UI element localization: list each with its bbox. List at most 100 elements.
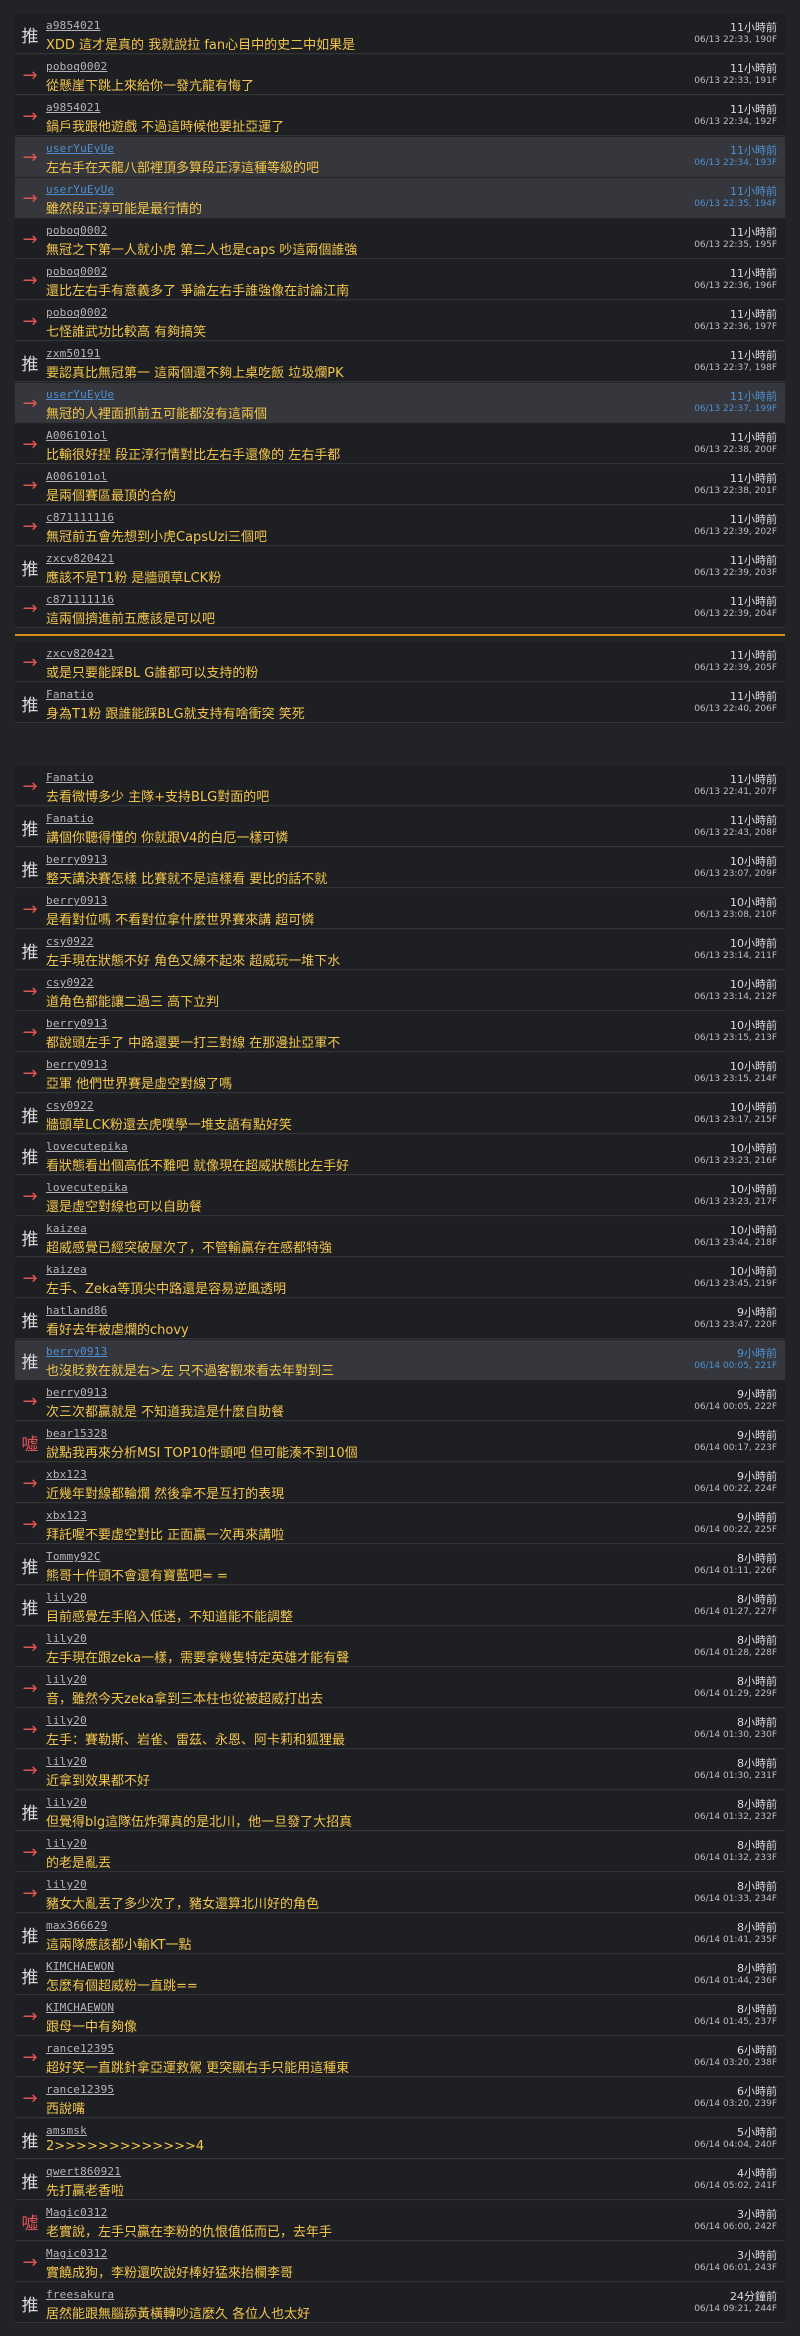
comment-row: → kaizea 左手、Zeka等頂尖中路還是容易逆風透明 10小時前 06/13 23… [15, 1258, 785, 1298]
comment-user-link[interactable]: a9854021 [46, 101, 101, 114]
comment-relative-time: 11小時前 [730, 431, 777, 444]
comment-timestamp: 06/14 00:22, 224F [694, 1484, 777, 1494]
arrow-icon: → [22, 1185, 38, 1207]
comment-row: 推 Tommy92C 熊哥十件頭不會還有寶藍吧= = 8小時前 06/14 01:11,… [15, 1545, 785, 1585]
comment-user-link[interactable]: Fanatio [46, 812, 94, 825]
comment-text: 居然能跟無腦舔黃橫轉吵這麼久 各位人也太好 [46, 2307, 311, 2322]
arrow-icon: → [22, 1021, 38, 1043]
comment-user-link[interactable]: userYuEyUe [46, 388, 114, 401]
comment-relative-time: 5小時前 [737, 2126, 777, 2139]
comment-user-link[interactable]: zxcv820421 [46, 647, 114, 660]
comment-user-link[interactable]: Fanatio [46, 771, 94, 784]
comment-user-link[interactable]: poboq0002 [46, 306, 107, 319]
comment-row: 推 hatland86 看好去年被虐爛的chovy 9小時前 06/13 23:47, … [15, 1299, 785, 1339]
comment-user-link[interactable]: freesakura [46, 2288, 114, 2301]
comment-user-link[interactable]: lily20 [46, 1837, 87, 1850]
comment-user-link[interactable]: userYuEyUe [46, 183, 114, 196]
comment-user-link[interactable]: c871111116 [46, 593, 114, 606]
comment-text: 先打贏老香啦 [46, 2184, 125, 2199]
comment-text: 但覺得blg這隊伍炸彈真的是北川，他一旦發了大招真 [46, 1815, 353, 1830]
comment-user-link[interactable]: lovecutepika [46, 1140, 128, 1153]
comment-row: → lily20 的老是亂丟 8小時前 06/14 01:32, 233F [15, 1832, 785, 1872]
comment-row: → Fanatio 去看微博多少 主隊+支持BLG對面的吧 11小時前 06/13 22… [15, 766, 785, 806]
comment-user-link[interactable]: Tommy92C [46, 1550, 101, 1563]
comment-user-link[interactable]: berry0913 [46, 1345, 107, 1358]
comment-relative-time: 10小時前 [730, 1060, 777, 1073]
comment-text: 從懸崖下跳上來給你一發亢龍有悔了 [46, 79, 255, 94]
comment-user-link[interactable]: xbx123 [46, 1468, 87, 1481]
comment-timestamp: 06/13 23:17, 215F [694, 1115, 777, 1125]
comment-user-link[interactable]: A006101ol [46, 470, 107, 483]
arrow-icon: → [22, 597, 38, 619]
comment-timestamp: 06/14 01:28, 228F [694, 1648, 777, 1658]
comment-user-link[interactable]: berry0913 [46, 853, 107, 866]
comment-timestamp: 06/13 22:33, 190F [694, 35, 777, 45]
comment-user-link[interactable]: KIMCHAEWON [46, 1960, 114, 1973]
comment-timestamp: 06/14 01:29, 229F [694, 1689, 777, 1699]
comment-user-link[interactable]: poboq0002 [46, 60, 107, 73]
comment-timestamp: 06/14 06:01, 243F [694, 2263, 777, 2273]
comment-text: 熊哥十件頭不會還有寶藍吧= = [46, 1569, 228, 1584]
comment-user-link[interactable]: csy0922 [46, 935, 94, 948]
comment-user-link[interactable]: poboq0002 [46, 265, 107, 278]
comment-user-link[interactable]: lily20 [46, 1673, 87, 1686]
comment-row: → lily20 豬女大亂丟了多少次了，豬女還算北川好的角色 8小時前 06/14 01… [15, 1873, 785, 1913]
comment-user-link[interactable]: berry0913 [46, 1017, 107, 1030]
comment-text: 看好去年被虐爛的chovy [46, 1323, 189, 1338]
comment-user-link[interactable]: A006101ol [46, 429, 107, 442]
comment-timestamp: 06/14 01:27, 227F [694, 1607, 777, 1617]
comment-timestamp: 06/13 22:37, 198F [694, 363, 777, 373]
comment-user-link[interactable]: rance12395 [46, 2083, 114, 2096]
comment-user-link[interactable]: berry0913 [46, 1058, 107, 1071]
comment-user-link[interactable]: Fanatio [46, 688, 94, 701]
comment-user-link[interactable]: csy0922 [46, 976, 94, 989]
boo-tag: 噓 [21, 1434, 39, 1455]
comment-user-link[interactable]: KIMCHAEWON [46, 2001, 114, 2014]
comment-relative-time: 8小時前 [737, 2003, 777, 2016]
comment-user-link[interactable]: hatland86 [46, 1304, 107, 1317]
comment-user-link[interactable]: a9854021 [46, 19, 101, 32]
comment-row: → poboq0002 從懸崖下跳上來給你一發亢龍有悔了 11小時前 06/13 22:… [15, 55, 785, 95]
comment-user-link[interactable]: lily20 [46, 1878, 87, 1891]
comment-user-link[interactable]: kaizea [46, 1263, 87, 1276]
comment-timestamp: 06/14 03:20, 239F [694, 2099, 777, 2109]
comment-user-link[interactable]: berry0913 [46, 1386, 107, 1399]
comment-user-link[interactable]: zxm50191 [46, 347, 101, 360]
comment-user-link[interactable]: rance12395 [46, 2042, 114, 2055]
comment-relative-time: 11小時前 [730, 103, 777, 116]
comment-user-link[interactable]: lily20 [46, 1632, 87, 1645]
comment-row: → KIMCHAEWON 跟母一中有夠像 8小時前 06/14 01:45, 237F [15, 1996, 785, 2036]
comment-user-link[interactable]: Magic0312 [46, 2206, 107, 2219]
comment-user-link[interactable]: csy0922 [46, 1099, 94, 1112]
comment-user-link[interactable]: lily20 [46, 1591, 87, 1604]
comment-user-link[interactable]: c871111116 [46, 511, 114, 524]
arrow-icon: → [22, 1636, 38, 1658]
comment-user-link[interactable]: zxcv820421 [46, 552, 114, 565]
comment-user-link[interactable]: userYuEyUe [46, 142, 114, 155]
comment-user-link[interactable]: bear15328 [46, 1427, 107, 1440]
comment-relative-time: 10小時前 [730, 937, 777, 950]
comment-row: → rance12395 西說嘴 6小時前 06/14 03:20, 239F [15, 2078, 785, 2118]
comment-timestamp: 06/13 22:34, 193F [694, 158, 777, 168]
comment-timestamp: 06/13 22:39, 204F [694, 609, 777, 619]
comment-user-link[interactable]: qwert860921 [46, 2165, 121, 2178]
comment-user-link[interactable]: kaizea [46, 1222, 87, 1235]
comment-timestamp: 06/13 22:35, 194F [694, 199, 777, 209]
comment-user-link[interactable]: lovecutepika [46, 1181, 128, 1194]
comment-feed: 推 a9854021 XDD 這才是真的 我就說拉 fan心目中的史二中如果是 11小… [0, 0, 800, 2323]
comment-user-link[interactable]: lily20 [46, 1755, 87, 1768]
comment-row: 推 lily20 但覺得blg這隊伍炸彈真的是北川，他一旦發了大招真 8小時前 06/1… [15, 1791, 785, 1831]
comment-relative-time: 8小時前 [737, 1839, 777, 1852]
comment-user-link[interactable]: lily20 [46, 1796, 87, 1809]
comment-user-link[interactable]: berry0913 [46, 894, 107, 907]
comment-user-link[interactable]: lily20 [46, 1714, 87, 1727]
comment-relative-time: 10小時前 [730, 1142, 777, 1155]
comment-user-link[interactable]: amsmsk [46, 2124, 87, 2137]
comment-user-link[interactable]: xbx123 [46, 1509, 87, 1522]
comment-text: 要認真比無冠第一 這兩個還不夠上桌吃飯 垃圾爛PK [46, 366, 344, 381]
comment-text: 這兩隊應該都小輸KT一點 [46, 1938, 192, 1953]
comment-user-link[interactable]: max366629 [46, 1919, 107, 1932]
comment-user-link[interactable]: Magic0312 [46, 2247, 107, 2260]
comment-user-link[interactable]: poboq0002 [46, 224, 107, 237]
arrow-icon: → [22, 1882, 38, 1904]
